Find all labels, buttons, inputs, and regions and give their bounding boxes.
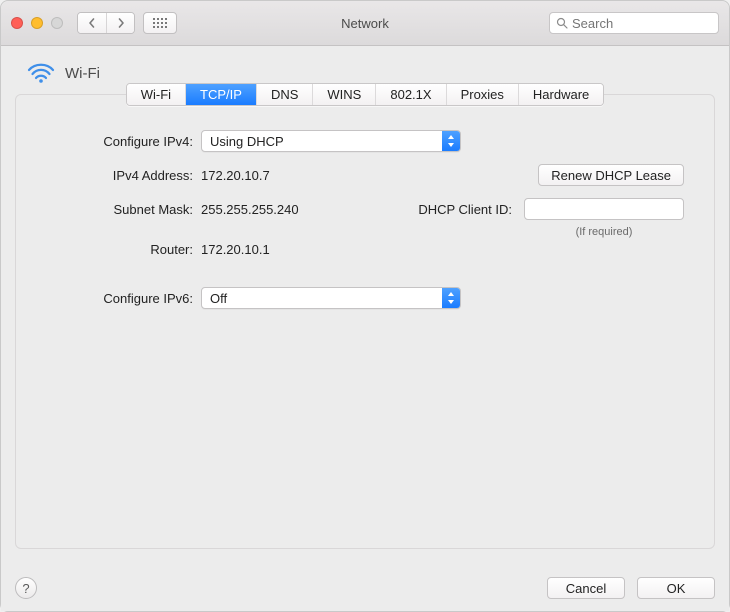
cancel-button[interactable]: Cancel bbox=[547, 577, 625, 599]
search-field[interactable] bbox=[549, 12, 719, 34]
ok-button[interactable]: OK bbox=[637, 577, 715, 599]
footer: ? Cancel OK bbox=[15, 577, 715, 599]
tcpip-form: Configure IPv4: Using DHCP IPv4 Address:… bbox=[16, 126, 714, 325]
tabstrip: Wi-Fi TCP/IP DNS WINS 802.1X Proxies Har… bbox=[126, 83, 605, 106]
router-value: 172.20.10.1 bbox=[201, 242, 270, 257]
minimize-window-button[interactable] bbox=[31, 17, 43, 29]
tab-tcpip[interactable]: TCP/IP bbox=[186, 84, 257, 105]
configure-ipv6-popup[interactable]: Off bbox=[201, 287, 461, 309]
tab-dns[interactable]: DNS bbox=[257, 84, 313, 105]
tab-hardware[interactable]: Hardware bbox=[519, 84, 603, 105]
router-label: Router: bbox=[46, 242, 201, 257]
preferences-window: Network Wi-Fi Wi-Fi TCP/IP DNS WINS bbox=[0, 0, 730, 612]
titlebar: Network bbox=[1, 1, 729, 46]
chevron-right-icon bbox=[116, 18, 126, 28]
nav-back-forward bbox=[77, 12, 135, 34]
tab-8021x[interactable]: 802.1X bbox=[376, 84, 446, 105]
ipv4-address-label: IPv4 Address: bbox=[46, 168, 201, 183]
dhcp-client-id-label: DHCP Client ID: bbox=[418, 202, 512, 217]
dhcp-client-id-input[interactable] bbox=[524, 198, 684, 220]
back-button[interactable] bbox=[78, 13, 106, 33]
help-button[interactable]: ? bbox=[15, 577, 37, 599]
grid-icon bbox=[153, 18, 167, 28]
window-controls bbox=[11, 17, 63, 29]
ipv4-address-value: 172.20.10.7 bbox=[201, 168, 270, 183]
content-area: Wi-Fi Wi-Fi TCP/IP DNS WINS 802.1X Proxi… bbox=[1, 46, 729, 611]
configure-ipv4-label: Configure IPv4: bbox=[46, 134, 201, 149]
search-input[interactable] bbox=[572, 16, 712, 31]
configure-ipv4-popup[interactable]: Using DHCP bbox=[201, 130, 461, 152]
close-window-button[interactable] bbox=[11, 17, 23, 29]
settings-panel: Wi-Fi TCP/IP DNS WINS 802.1X Proxies Har… bbox=[15, 94, 715, 549]
configure-ipv4-value: Using DHCP bbox=[210, 134, 284, 149]
subnet-mask-label: Subnet Mask: bbox=[46, 202, 201, 217]
show-all-button[interactable] bbox=[143, 12, 177, 34]
zoom-window-button[interactable] bbox=[51, 17, 63, 29]
tab-proxies[interactable]: Proxies bbox=[447, 84, 519, 105]
wifi-icon bbox=[27, 62, 55, 84]
search-icon bbox=[556, 17, 568, 29]
forward-button[interactable] bbox=[106, 13, 134, 33]
renew-dhcp-lease-button[interactable]: Renew DHCP Lease bbox=[538, 164, 684, 186]
subnet-mask-value: 255.255.255.240 bbox=[201, 202, 299, 217]
dhcp-client-id-hint: (If required) bbox=[524, 226, 684, 238]
tabs: Wi-Fi TCP/IP DNS WINS 802.1X Proxies Har… bbox=[16, 83, 714, 106]
configure-ipv6-value: Off bbox=[210, 291, 227, 306]
chevron-left-icon bbox=[87, 18, 97, 28]
pane-title: Wi-Fi bbox=[65, 65, 100, 82]
tab-wifi[interactable]: Wi-Fi bbox=[127, 84, 186, 105]
popup-stepper-icon bbox=[442, 131, 460, 151]
configure-ipv6-label: Configure IPv6: bbox=[46, 291, 201, 306]
tab-wins[interactable]: WINS bbox=[313, 84, 376, 105]
popup-stepper-icon bbox=[442, 288, 460, 308]
